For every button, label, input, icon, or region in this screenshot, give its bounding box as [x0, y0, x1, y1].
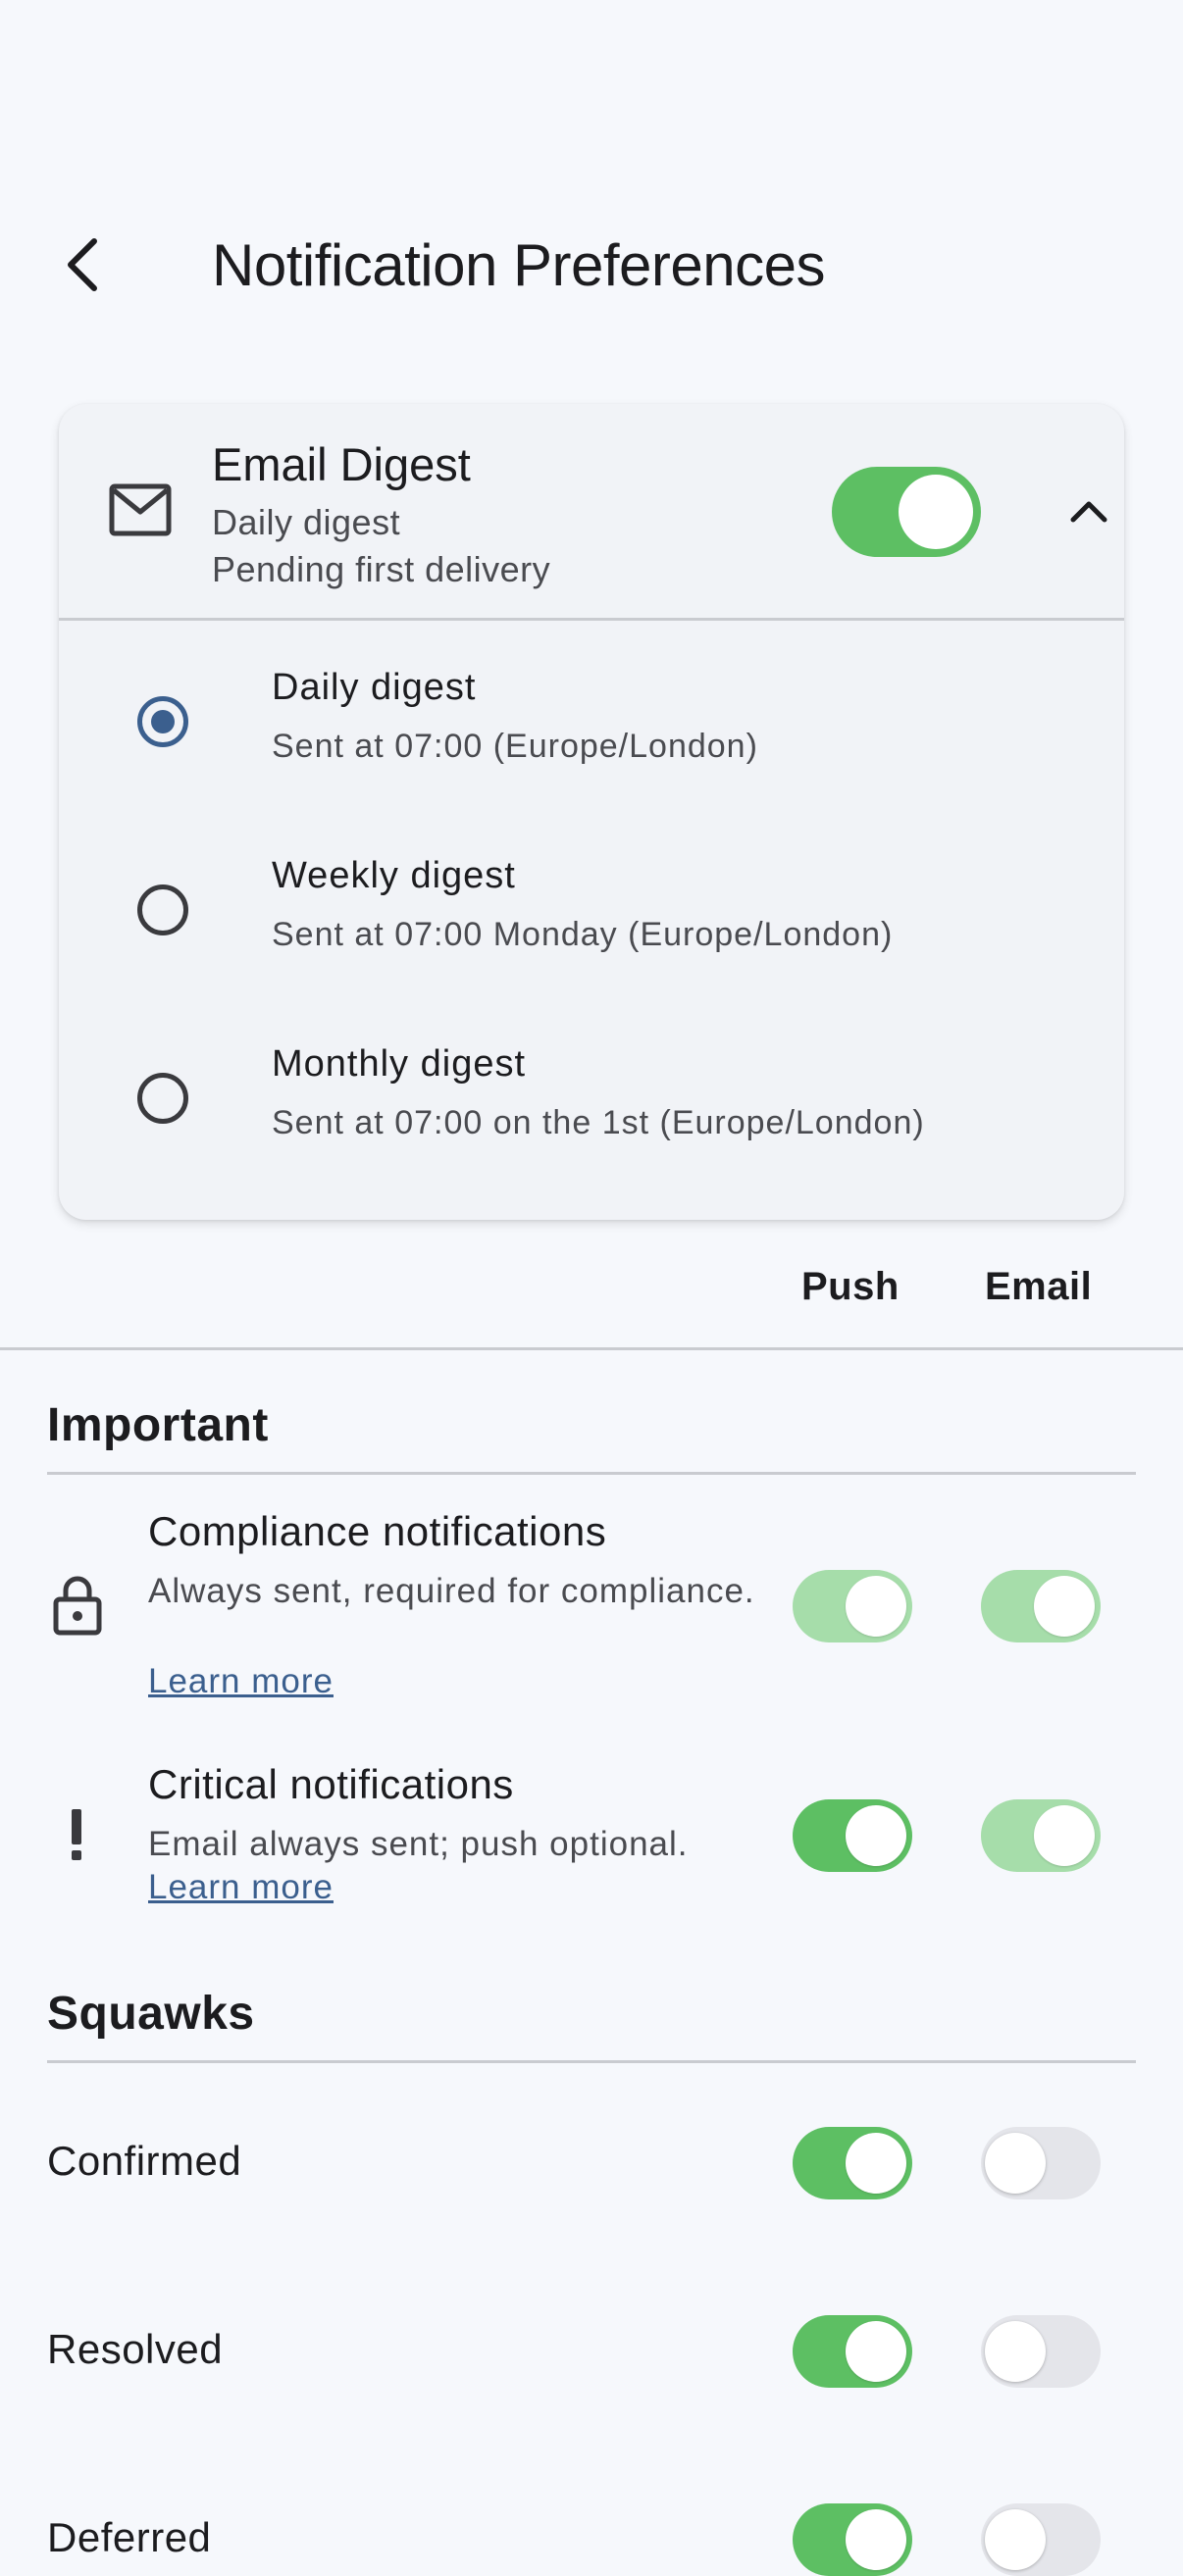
critical-push-toggle[interactable] [793, 1799, 912, 1872]
option-description: Sent at 07:00 Monday (Europe/London) [272, 916, 894, 953]
mail-icon [109, 483, 172, 536]
digest-option-monthly[interactable]: Monthly digest Sent at 07:00 on the 1st … [59, 994, 1124, 1183]
squawk-deferred-label: Deferred [47, 2514, 212, 2560]
compliance-learn-more-link[interactable]: Learn more [148, 1662, 334, 1701]
toggle-knob [846, 1576, 906, 1637]
chevron-up-icon[interactable] [1061, 484, 1116, 539]
compliance-notifications-description: Always sent, required for compliance. [148, 1572, 755, 1610]
option-label: Monthly digest [272, 1043, 527, 1085]
compliance-push-toggle[interactable] [793, 1570, 912, 1642]
email-digest-toggle[interactable] [832, 467, 981, 557]
squawk-resolved-label: Resolved [47, 2326, 224, 2372]
column-header-email: Email [985, 1265, 1093, 1308]
critical-notifications-title: Critical notifications [148, 1761, 514, 1807]
toggle-knob [846, 1805, 906, 1866]
toggle-knob [846, 2509, 906, 2570]
section-divider [47, 2060, 1136, 2063]
exclamation-icon [72, 1809, 81, 1860]
top-app-bar: Notification Preferences [0, 196, 1183, 333]
digest-option-weekly[interactable]: Weekly digest Sent at 07:00 Monday (Euro… [59, 806, 1124, 994]
radio-button[interactable] [137, 1073, 188, 1124]
lock-icon [53, 1576, 102, 1636]
email-digest-title: Email Digest [212, 438, 471, 490]
critical-learn-more-link[interactable]: Learn more [148, 1868, 334, 1907]
section-title-important: Important [47, 1399, 269, 1451]
option-label: Weekly digest [272, 855, 516, 896]
resolved-email-toggle[interactable] [981, 2315, 1101, 2388]
email-digest-status: Pending first delivery [212, 549, 551, 589]
option-description: Sent at 07:00 (Europe/London) [272, 728, 758, 765]
option-description: Sent at 07:00 on the 1st (Europe/London) [272, 1104, 925, 1141]
confirmed-email-toggle[interactable] [981, 2127, 1101, 2199]
confirmed-push-toggle[interactable] [793, 2127, 912, 2199]
squawk-confirmed-label: Confirmed [47, 2138, 242, 2184]
toggle-knob [1034, 1805, 1095, 1866]
toggle-knob [846, 2321, 906, 2382]
critical-email-toggle[interactable] [981, 1799, 1101, 1872]
radio-button-selected[interactable] [137, 696, 188, 747]
toggle-knob [846, 2133, 906, 2194]
toggle-knob [899, 475, 973, 549]
toggle-knob [985, 2509, 1046, 2570]
deferred-email-toggle[interactable] [981, 2503, 1101, 2576]
critical-notifications-description: Email always sent; push optional. [148, 1825, 689, 1863]
email-digest-card: Email Digest Daily digest Pending first … [59, 404, 1124, 1220]
compliance-email-toggle[interactable] [981, 1570, 1101, 1642]
column-header-push: Push [801, 1265, 900, 1308]
chevron-left-icon [68, 238, 97, 291]
compliance-notifications-title: Compliance notifications [148, 1508, 607, 1554]
back-button[interactable] [49, 226, 118, 304]
email-digest-selected-frequency: Daily digest [212, 502, 401, 542]
toggle-knob [985, 2321, 1046, 2382]
toggle-knob [985, 2133, 1046, 2194]
divider [0, 1347, 1183, 1350]
email-digest-header[interactable]: Email Digest Daily digest Pending first … [59, 404, 1124, 621]
page-title: Notification Preferences [212, 232, 825, 298]
deferred-push-toggle[interactable] [793, 2503, 912, 2576]
section-title-squawks: Squawks [47, 1988, 255, 2040]
radio-button[interactable] [137, 884, 188, 935]
option-label: Daily digest [272, 667, 477, 708]
toggle-knob [1034, 1576, 1095, 1637]
resolved-push-toggle[interactable] [793, 2315, 912, 2388]
digest-option-daily[interactable]: Daily digest Sent at 07:00 (Europe/Londo… [59, 618, 1124, 806]
section-divider [47, 1472, 1136, 1475]
